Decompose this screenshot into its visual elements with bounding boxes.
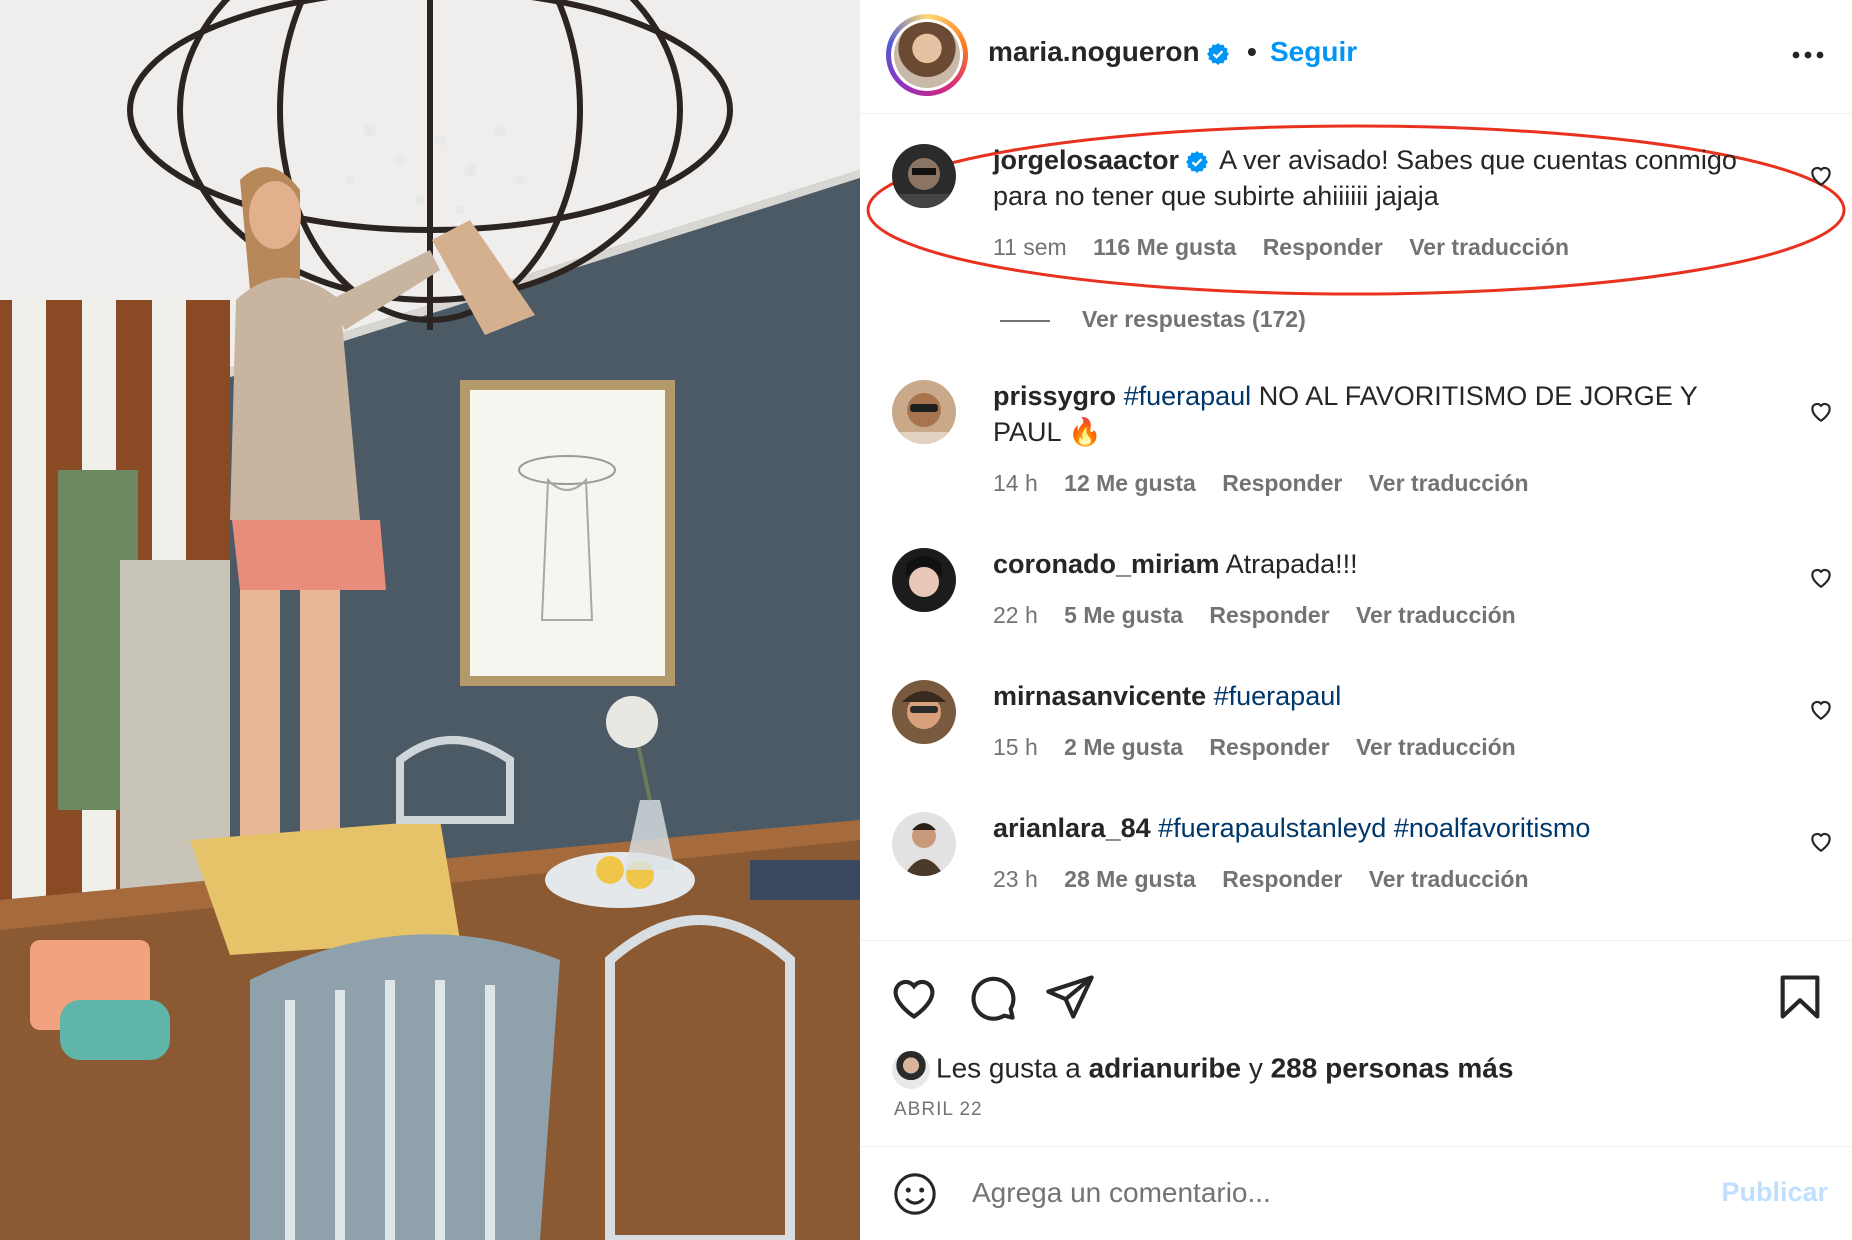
- post-photo[interactable]: [0, 0, 860, 1240]
- comment-username[interactable]: prissygro: [993, 381, 1116, 411]
- heart-icon[interactable]: [888, 971, 940, 1023]
- likes-prefix: Les gusta a: [936, 1052, 1081, 1084]
- comment-meta: 23 h 28 Me gusta Responder Ver traducció…: [993, 866, 1549, 893]
- comment-time: 15 h: [993, 734, 1038, 760]
- comment-likes[interactable]: 2 Me gusta: [1064, 734, 1183, 760]
- comment-meta: 22 h 5 Me gusta Responder Ver traducción: [993, 602, 1536, 629]
- translate-button[interactable]: Ver traducción: [1409, 234, 1569, 260]
- comment-avatar[interactable]: [892, 548, 956, 612]
- save-icon[interactable]: [1774, 971, 1826, 1023]
- comment-time: 22 h: [993, 602, 1038, 628]
- more-options-icon[interactable]: [1790, 40, 1826, 70]
- comment-like-heart-icon[interactable]: [1808, 564, 1834, 590]
- comment-time: 23 h: [993, 866, 1038, 892]
- comment-time: 11 sem: [993, 234, 1067, 260]
- translate-button[interactable]: Ver traducción: [1369, 866, 1529, 892]
- comment-likes[interactable]: 116 Me gusta: [1093, 234, 1236, 260]
- comment-body: jorgelosaactor A ver avisado! Sabes que c…: [993, 142, 1753, 214]
- hashtag-link[interactable]: #fuerapaul: [1124, 381, 1252, 411]
- post-date: ABRIL 22: [894, 1099, 983, 1120]
- liker-avatar[interactable]: [892, 1051, 930, 1089]
- comment-username[interactable]: jorgelosaactor: [993, 145, 1179, 175]
- post-header: maria.nogueron • Seguir: [860, 0, 1852, 114]
- comment-icon[interactable]: [966, 971, 1018, 1023]
- replies-divider-line: [1000, 319, 1050, 322]
- comment-username[interactable]: arianlara_84: [993, 813, 1151, 843]
- translate-button[interactable]: Ver traducción: [1356, 602, 1516, 628]
- comment-body: prissygro #fuerapaul NO AL FAVORITISMO D…: [993, 378, 1753, 450]
- comment-body: arianlara_84 #fuerapaulstanleyd #noalfav…: [993, 810, 1753, 846]
- share-icon[interactable]: [1044, 971, 1096, 1023]
- reply-button[interactable]: Responder: [1222, 866, 1342, 892]
- comment-time: 14 h: [993, 470, 1038, 496]
- translate-button[interactable]: Ver traducción: [1356, 734, 1516, 760]
- author-username-text[interactable]: maria.nogueron: [988, 36, 1200, 67]
- comment-username[interactable]: coronado_miriam: [993, 549, 1220, 579]
- comment-avatar[interactable]: [892, 812, 956, 876]
- verified-badge-icon: [1186, 150, 1209, 173]
- comment-likes[interactable]: 5 Me gusta: [1064, 602, 1183, 628]
- likes-others[interactable]: 288 personas más: [1271, 1052, 1514, 1083]
- comment-likes[interactable]: 12 Me gusta: [1064, 470, 1196, 496]
- likes-summary: Les gusta a adrianuribe y 288 personas m…: [892, 1051, 1513, 1089]
- comment-username[interactable]: mirnasanvicente: [993, 681, 1206, 711]
- author-avatar[interactable]: [886, 14, 968, 96]
- comment-meta: 11 sem 116 Me gusta Responder Ver traduc…: [993, 234, 1589, 261]
- comment-composer: Publicar: [860, 1146, 1852, 1240]
- reply-button[interactable]: Responder: [1209, 734, 1329, 760]
- hashtag-link[interactable]: #fuerapaulstanleyd: [1158, 813, 1386, 843]
- verified-badge-icon: [1206, 42, 1229, 65]
- comment-body: coronado_miriam Atrapada!!!: [993, 546, 1753, 582]
- reply-button[interactable]: Responder: [1263, 234, 1383, 260]
- comment-avatar[interactable]: [892, 680, 956, 744]
- publish-button[interactable]: Publicar: [1721, 1177, 1828, 1208]
- liker-username[interactable]: adrianuribe: [1089, 1052, 1241, 1083]
- view-replies-label[interactable]: Ver respuestas (172): [1082, 306, 1306, 332]
- reply-button[interactable]: Responder: [1222, 470, 1342, 496]
- comment-body: mirnasanvicente #fuerapaul: [993, 678, 1753, 714]
- view-replies-button[interactable]: Ver respuestas (172): [1000, 306, 1306, 333]
- comment-like-heart-icon[interactable]: [1808, 398, 1834, 424]
- comment-meta: 15 h 2 Me gusta Responder Ver traducción: [993, 734, 1536, 761]
- post-actions: Les gusta a adrianuribe y 288 personas m…: [860, 940, 1852, 1146]
- hashtag-link[interactable]: #noalfavoritismo: [1394, 813, 1591, 843]
- comment-like-heart-icon[interactable]: [1808, 828, 1834, 854]
- header-separator: •: [1247, 36, 1257, 67]
- author-username[interactable]: maria.nogueron: [988, 36, 1230, 68]
- comment-avatar[interactable]: [892, 380, 956, 444]
- hashtag-link[interactable]: #fuerapaul: [1214, 681, 1342, 711]
- comment-meta: 14 h 12 Me gusta Responder Ver traducció…: [993, 470, 1549, 497]
- likes-connector: y: [1248, 1052, 1263, 1084]
- post-photo-illustration: [0, 0, 860, 1240]
- comment-likes[interactable]: 28 Me gusta: [1064, 866, 1196, 892]
- translate-button[interactable]: Ver traducción: [1369, 470, 1529, 496]
- comment-text: Atrapada!!!: [1225, 549, 1358, 579]
- comment-like-heart-icon[interactable]: [1808, 696, 1834, 722]
- emoji-icon[interactable]: [892, 1171, 938, 1217]
- reply-button[interactable]: Responder: [1209, 602, 1329, 628]
- comment-like-heart-icon[interactable]: [1808, 162, 1834, 188]
- follow-button[interactable]: Seguir: [1270, 36, 1357, 68]
- post-side-panel: maria.nogueron • Seguir jorgelosaactor A …: [860, 0, 1852, 1240]
- comments-list: jorgelosaactor A ver avisado! Sabes que c…: [860, 114, 1852, 940]
- comment-avatar[interactable]: [892, 144, 956, 208]
- comment-input[interactable]: [972, 1173, 1652, 1213]
